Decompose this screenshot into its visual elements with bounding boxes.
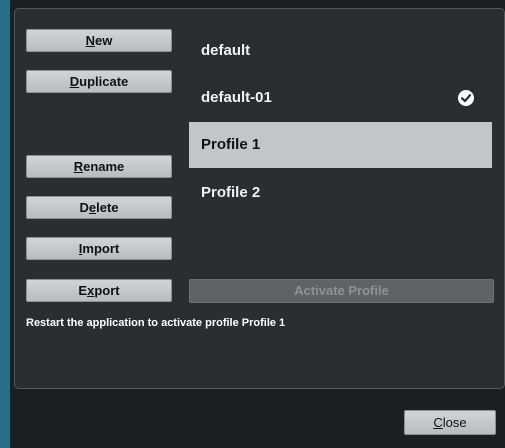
profile-list-item-selected[interactable]: Profile 1	[189, 122, 492, 168]
checkmark-circle-icon	[458, 90, 474, 106]
rename-button[interactable]: Rename	[26, 155, 172, 178]
window-edge	[0, 0, 10, 448]
profile-list-item[interactable]: default	[189, 28, 492, 74]
status-message: Restart the application to activate prof…	[26, 317, 286, 329]
profile-name: default-01	[201, 89, 272, 106]
profile-name: Profile 1	[201, 136, 261, 153]
profile-list-item[interactable]: default-01	[189, 75, 492, 121]
activate-profile-button[interactable]: Activate Profile	[189, 279, 494, 303]
delete-button[interactable]: Delete	[26, 196, 172, 219]
profile-name: Profile 2	[201, 184, 261, 201]
profile-name: default	[201, 42, 251, 59]
duplicate-button[interactable]: Duplicate	[26, 70, 172, 93]
profile-list-item[interactable]: Profile 2	[189, 170, 492, 216]
import-button[interactable]: Import	[26, 237, 172, 260]
export-button[interactable]: Export	[26, 279, 172, 302]
new-button[interactable]: New	[26, 29, 172, 52]
close-button[interactable]: Close	[404, 410, 496, 435]
